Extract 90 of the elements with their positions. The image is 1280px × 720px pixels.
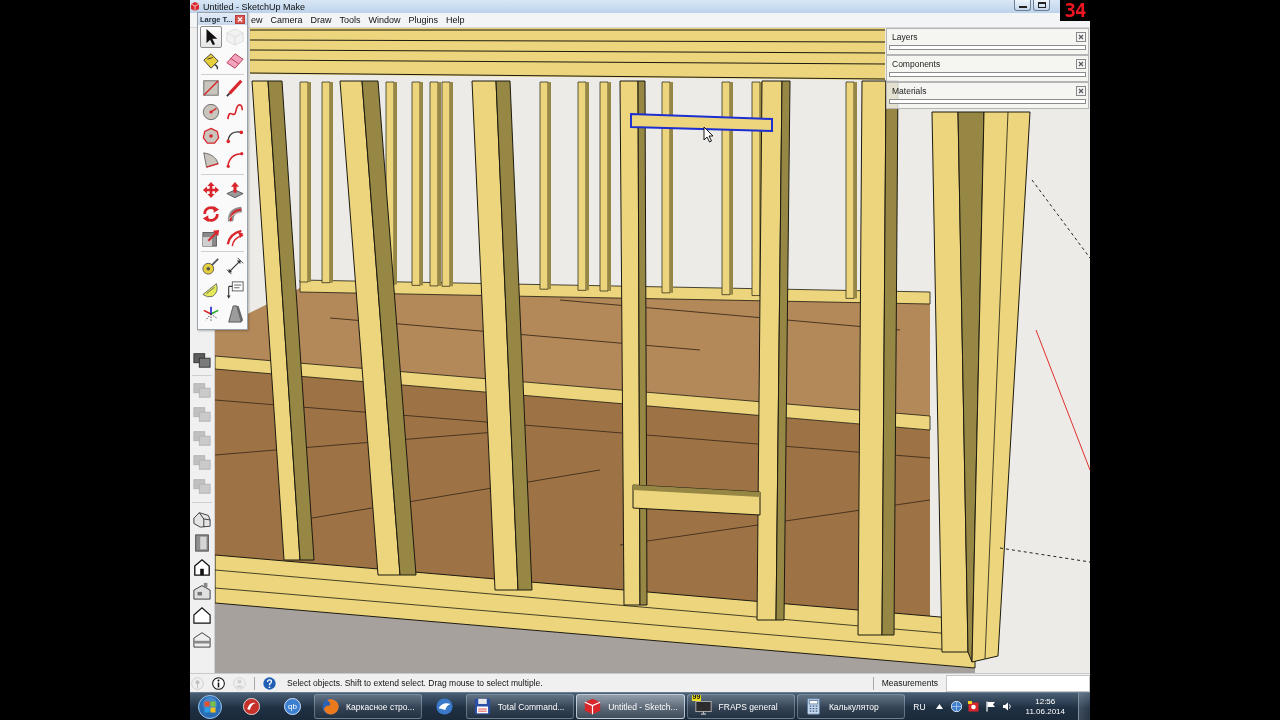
box-icon <box>584 698 602 715</box>
close-icon[interactable] <box>235 14 245 24</box>
pie-icon <box>201 151 220 169</box>
bird-icon <box>435 698 453 715</box>
circle-icon <box>201 103 220 121</box>
tray-title[interactable]: Components <box>892 58 941 69</box>
swirl-icon <box>225 205 244 223</box>
dimension-icon <box>225 257 244 275</box>
close-icon[interactable] <box>1076 58 1086 69</box>
menu-item[interactable]: Tools <box>335 13 365 27</box>
menu-item[interactable]: Draw <box>306 13 336 27</box>
window-title: Untitled - SketchUp Make <box>203 0 306 13</box>
house-outline-icon <box>193 606 211 624</box>
panel-icon <box>193 534 211 552</box>
house-icon <box>193 510 211 528</box>
curve-icon <box>225 151 244 169</box>
house-side-icon <box>193 582 211 600</box>
location-pin-icon <box>191 676 204 690</box>
close-icon[interactable] <box>1076 31 1086 42</box>
speaker-icon[interactable] <box>1001 701 1013 712</box>
view-tool-button[interactable] <box>192 509 212 529</box>
squiggle-icon <box>225 103 244 121</box>
start-orb-icon <box>197 694 222 719</box>
rectangle-icon <box>201 79 220 97</box>
stacked-squares-icon <box>193 429 211 447</box>
axes-icon <box>201 305 220 323</box>
app-logo: qb <box>283 698 301 715</box>
close-icon[interactable] <box>1076 85 1086 96</box>
scale-icon <box>201 229 220 247</box>
globe-icon[interactable] <box>950 701 962 712</box>
house-icon <box>193 558 211 576</box>
info-icon <box>212 676 225 690</box>
paint-bucket-icon <box>201 52 220 70</box>
taskbar-button[interactable]: Калькулятор <box>796 694 906 719</box>
menu-item[interactable]: Window <box>364 13 405 27</box>
wedge-icon <box>225 305 244 323</box>
flag-icon[interactable] <box>984 701 996 712</box>
rotate-icon <box>201 205 220 223</box>
tool-button[interactable] <box>199 26 222 48</box>
menu-item[interactable]: ew <box>247 13 267 27</box>
cursor-icon <box>703 126 714 143</box>
app-icon[interactable] <box>191 2 199 11</box>
swirl-app-icon <box>242 698 260 715</box>
polygon-icon <box>201 127 220 145</box>
text-label-icon <box>225 281 244 299</box>
protractor-icon <box>201 281 220 299</box>
measurements-field[interactable] <box>946 674 1090 692</box>
taskbar-button[interactable]: Total Command... <box>465 694 575 719</box>
four-arrows-icon <box>201 181 220 199</box>
tape-measure-icon <box>201 257 220 275</box>
monitor-icon <box>694 698 712 715</box>
person-icon <box>233 676 246 690</box>
up-caret-icon[interactable] <box>933 701 945 712</box>
record-icon[interactable] <box>967 701 979 712</box>
maximize-icon <box>1037 2 1046 8</box>
selected-beam[interactable] <box>630 112 773 133</box>
view-tool-button[interactable] <box>192 350 212 370</box>
stacked-squares-icon <box>193 405 211 423</box>
fps-counter: 34 <box>1060 0 1090 21</box>
menu-item[interactable]: Help <box>442 13 469 27</box>
eraser-icon <box>225 52 244 70</box>
cube-icon <box>225 28 244 46</box>
show-desktop-button[interactable] <box>1078 693 1090 720</box>
status-message: Select objects. Shift to extend select. Drag mouse to select multiple. <box>287 678 543 688</box>
taskbar-button[interactable]: Каркасное стро... <box>314 694 423 719</box>
pencil-icon <box>225 79 244 97</box>
stacked-squares-icon <box>193 453 211 471</box>
menu-item[interactable]: Camera <box>266 13 307 27</box>
stacked-squares-icon <box>193 351 211 369</box>
clock-date: 11.06.2014 <box>1025 706 1065 717</box>
stacked-squares-icon <box>193 381 211 399</box>
maximize-button[interactable] <box>1033 0 1050 11</box>
view-tool-button[interactable] <box>192 557 212 577</box>
help-icon <box>263 676 276 690</box>
language-indicator[interactable]: RU <box>911 701 928 712</box>
clock-time: 12:56 <box>1035 696 1056 707</box>
tray-title[interactable]: Materials <box>892 85 927 96</box>
box-arrow-icon <box>225 181 244 199</box>
view-tool-button[interactable] <box>192 605 212 625</box>
taskbar-button[interactable]: qb <box>272 694 313 719</box>
offset-icon <box>225 229 244 247</box>
calculator-icon <box>804 698 822 715</box>
tool-button[interactable] <box>199 255 222 277</box>
stacked-squares-icon <box>193 477 211 495</box>
minimize-button[interactable] <box>1014 0 1031 11</box>
house-icon <box>193 630 211 648</box>
menu-item[interactable]: Plugins <box>404 13 443 27</box>
tray-title[interactable]: Layers <box>892 31 918 42</box>
taskbar-button[interactable]: Untitled - Sketch... <box>576 694 685 719</box>
globe-icon <box>322 698 340 715</box>
